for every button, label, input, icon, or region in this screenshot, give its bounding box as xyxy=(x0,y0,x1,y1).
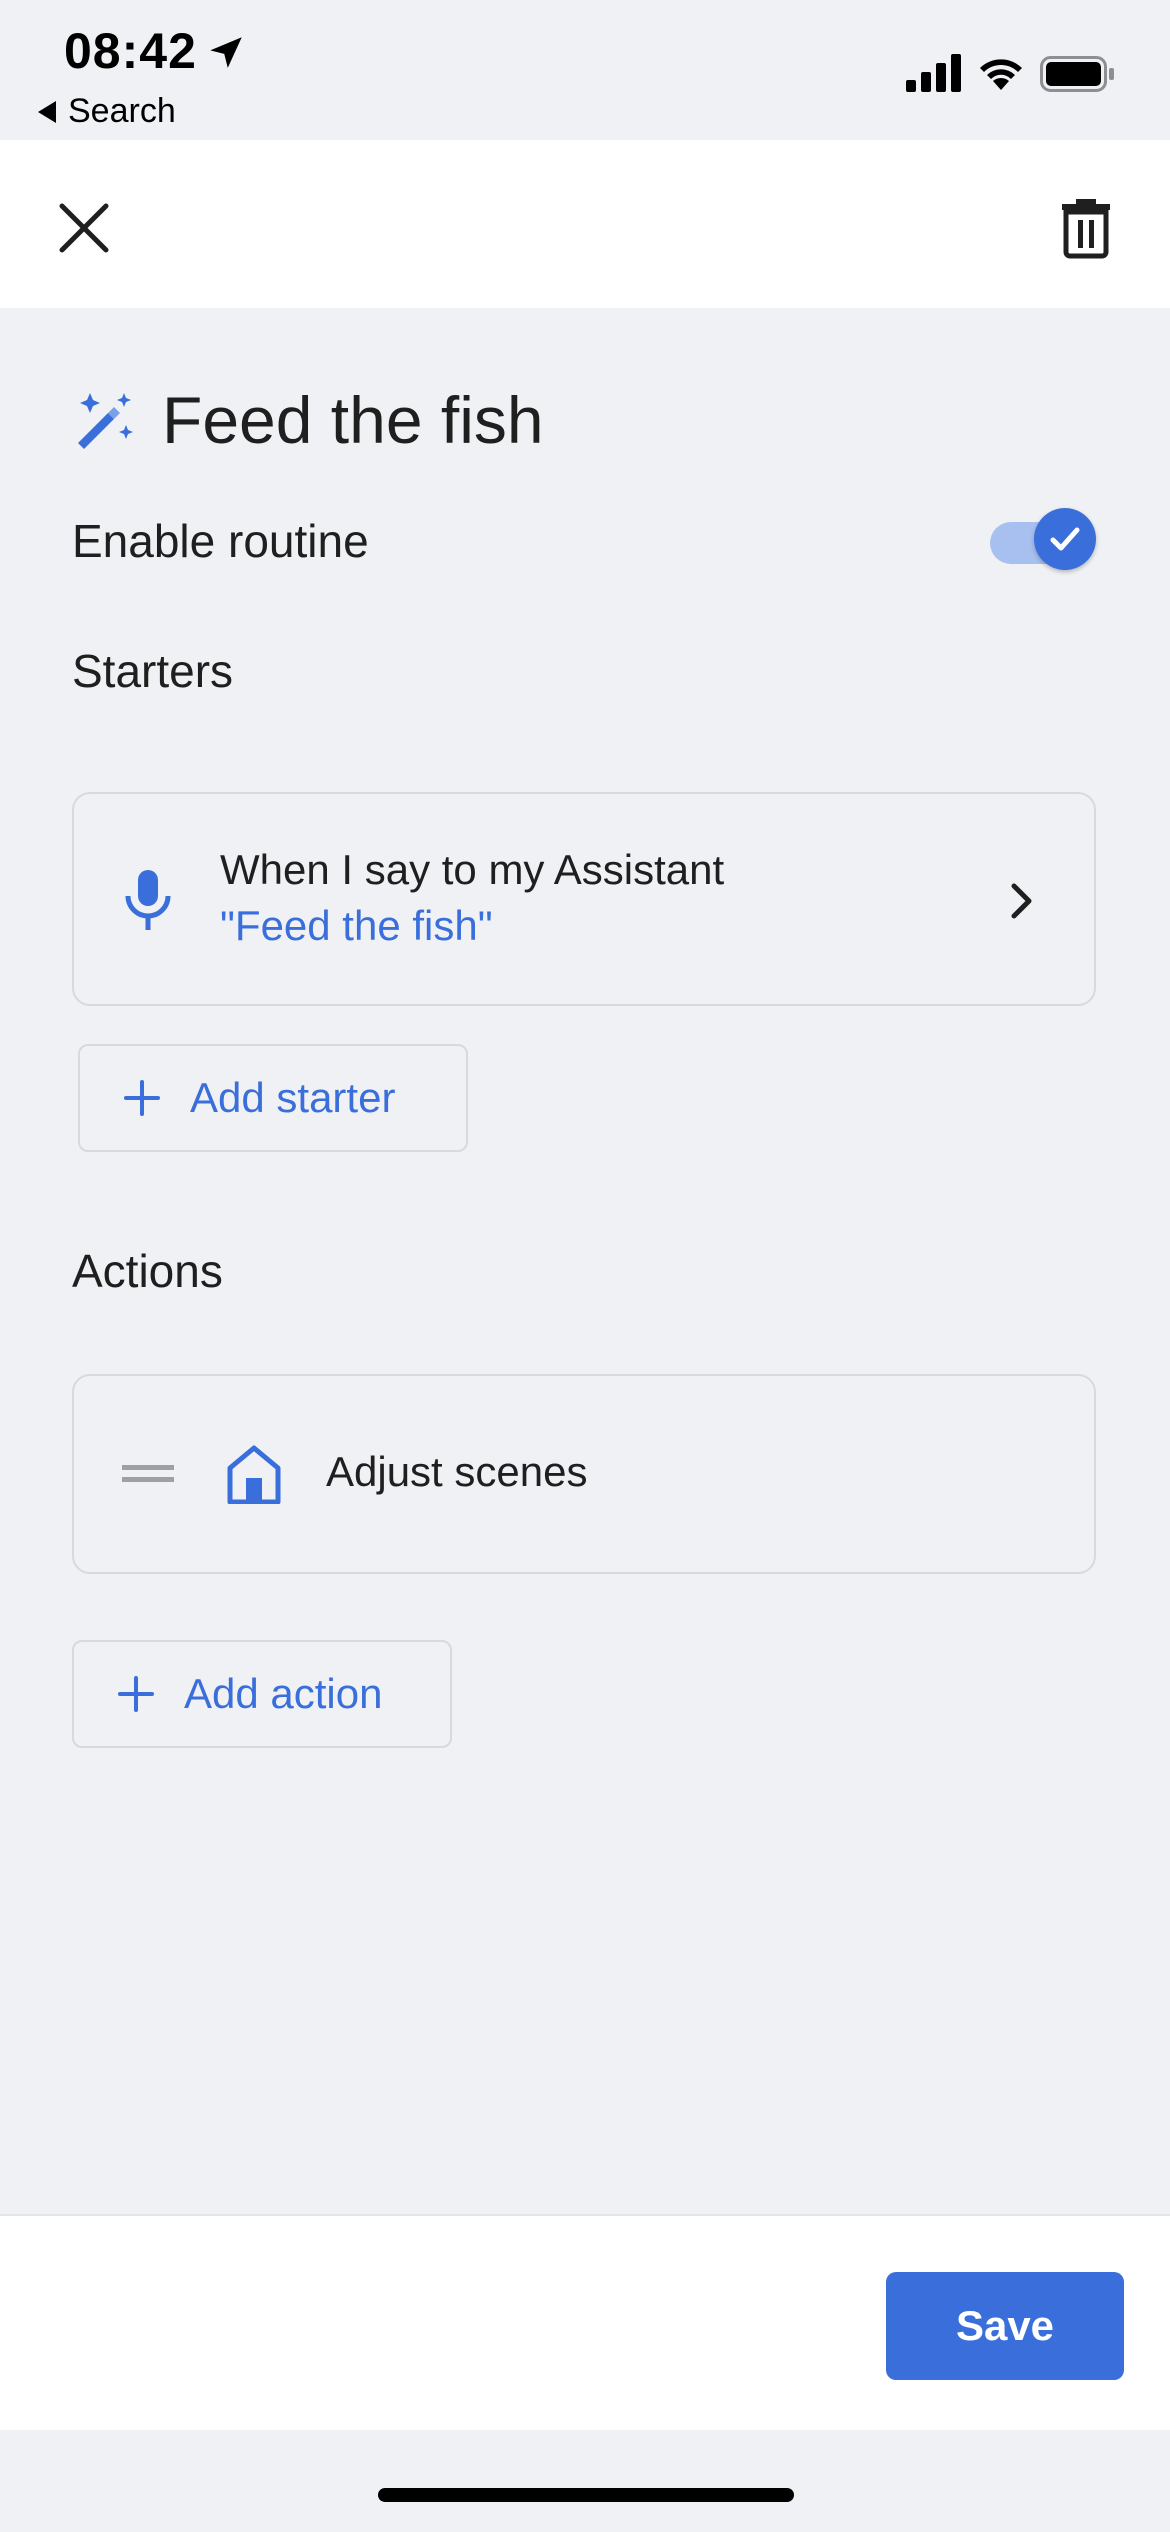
starters-heading: Starters xyxy=(72,645,234,697)
status-time: 08:42 xyxy=(64,23,197,79)
close-icon[interactable] xyxy=(48,192,120,264)
magic-wand-icon xyxy=(78,393,133,449)
starter-phrase: "Feed the fish" xyxy=(220,902,493,949)
check-icon xyxy=(1050,527,1080,551)
home-indicator[interactable] xyxy=(378,2488,794,2502)
action-label: Adjust scenes xyxy=(326,1448,588,1495)
trash-icon[interactable] xyxy=(1050,190,1122,262)
battery-icon xyxy=(1040,56,1114,92)
chevron-right-icon xyxy=(1011,883,1032,919)
drag-handle-icon[interactable] xyxy=(122,1462,174,1486)
add-action-label: Add action xyxy=(184,1670,383,1717)
signal-icon xyxy=(906,54,961,92)
add-action-button[interactable]: Add action xyxy=(72,1640,452,1748)
action-card[interactable]: Adjust scenes xyxy=(72,1374,1096,1574)
back-triangle-icon xyxy=(38,100,56,123)
add-starter-label: Add starter xyxy=(190,1074,396,1121)
save-button[interactable]: Save xyxy=(886,2272,1124,2380)
bottom-bar: Save xyxy=(0,2214,1170,2430)
plus-icon xyxy=(118,1676,154,1712)
add-starter-button[interactable]: Add starter xyxy=(78,1044,468,1152)
enable-routine-toggle[interactable] xyxy=(990,508,1100,578)
top-app-bar xyxy=(0,140,1170,308)
enable-routine-label: Enable routine xyxy=(72,515,369,567)
page-title: Feed the fish xyxy=(162,383,544,457)
actions-heading: Actions xyxy=(72,1245,223,1297)
mic-icon xyxy=(125,870,171,930)
home-icon xyxy=(227,1445,281,1504)
starter-card[interactable]: When I say to my Assistant "Feed the fis… xyxy=(72,792,1096,1006)
toggle-knob xyxy=(1034,508,1096,570)
routine-title-row: Feed the fish xyxy=(72,382,544,458)
status-bar: 08:42 Search xyxy=(0,0,1170,140)
back-to-search[interactable]: Search xyxy=(38,92,176,131)
location-arrow-icon xyxy=(210,37,242,68)
starter-description: When I say to my Assistant xyxy=(220,846,725,893)
back-label: Search xyxy=(68,92,176,130)
wifi-icon xyxy=(980,59,1022,90)
plus-icon xyxy=(124,1080,160,1116)
